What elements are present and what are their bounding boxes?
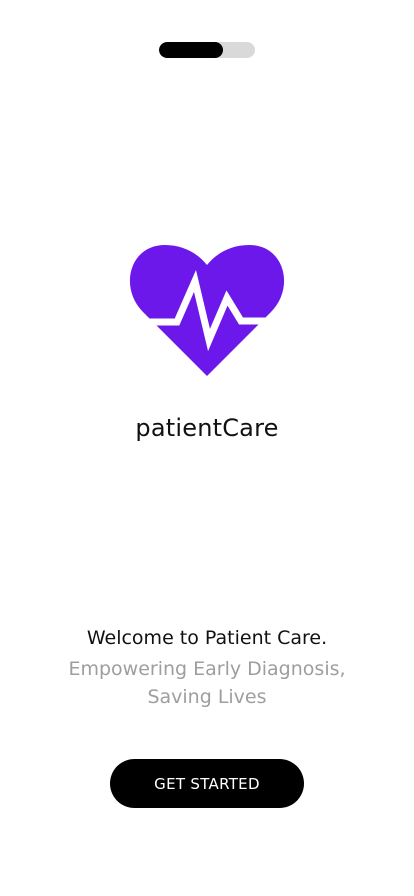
get-started-button[interactable]: GET STARTED [110,759,304,808]
progress-fill [159,42,224,58]
app-name: patientCare [135,414,279,442]
welcome-title: Welcome to Patient Care. [86,627,328,649]
heart-pulse-icon [127,245,287,376]
heart-shape [129,245,285,376]
onboarding-progress-indicator [159,42,255,58]
welcome-tagline: Empowering Early Diagnosis, Saving Lives [68,658,346,708]
